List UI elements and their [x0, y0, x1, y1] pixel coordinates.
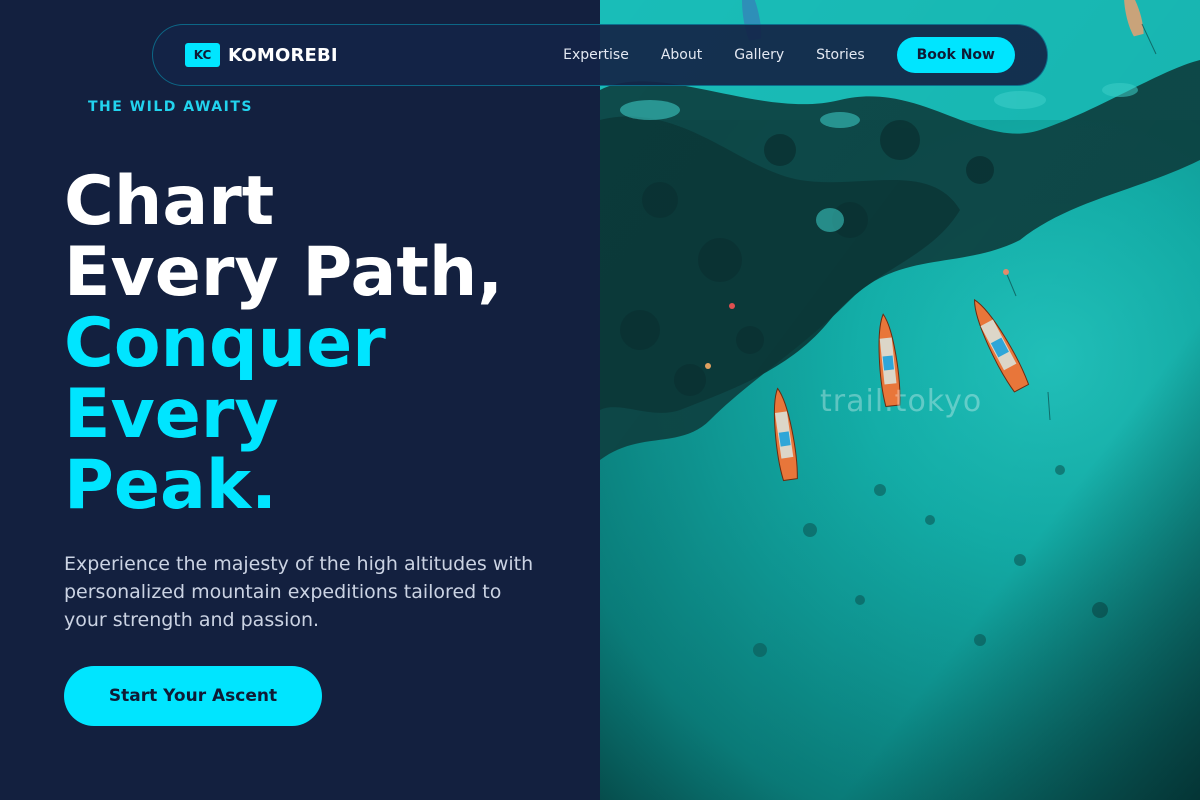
nav-links: Expertise About Gallery Stories: [563, 47, 864, 63]
hero-description: Experience the majesty of the high altit…: [64, 553, 534, 631]
headline-line-2: Every Path,: [64, 233, 504, 312]
nav-link-stories[interactable]: Stories: [816, 47, 865, 63]
top-navbar: KC KOMOREBI Expertise About Gallery Stor…: [152, 24, 1048, 86]
nav-link-expertise[interactable]: Expertise: [563, 47, 629, 63]
brand-name: KOMOREBI: [228, 44, 338, 66]
hero-headline: Chart Every Path, Conquer Every Peak.: [64, 166, 503, 521]
headline-line-5: Peak.: [64, 446, 277, 525]
hero-eyebrow: THE WILD AWAITS: [88, 99, 253, 115]
brand-logo[interactable]: KC KOMOREBI: [185, 43, 338, 67]
headline-line-3: Conquer: [64, 304, 386, 383]
headline-line-1: Chart: [64, 162, 275, 241]
book-now-button[interactable]: Book Now: [896, 37, 1015, 73]
image-watermark: trail.tokyo: [820, 384, 983, 419]
start-ascent-button[interactable]: Start Your Ascent: [64, 666, 322, 726]
headline-line-4: Every: [64, 375, 279, 454]
nav-link-gallery[interactable]: Gallery: [734, 47, 784, 63]
nav-link-about[interactable]: About: [661, 47, 702, 63]
logo-badge: KC: [185, 43, 220, 67]
